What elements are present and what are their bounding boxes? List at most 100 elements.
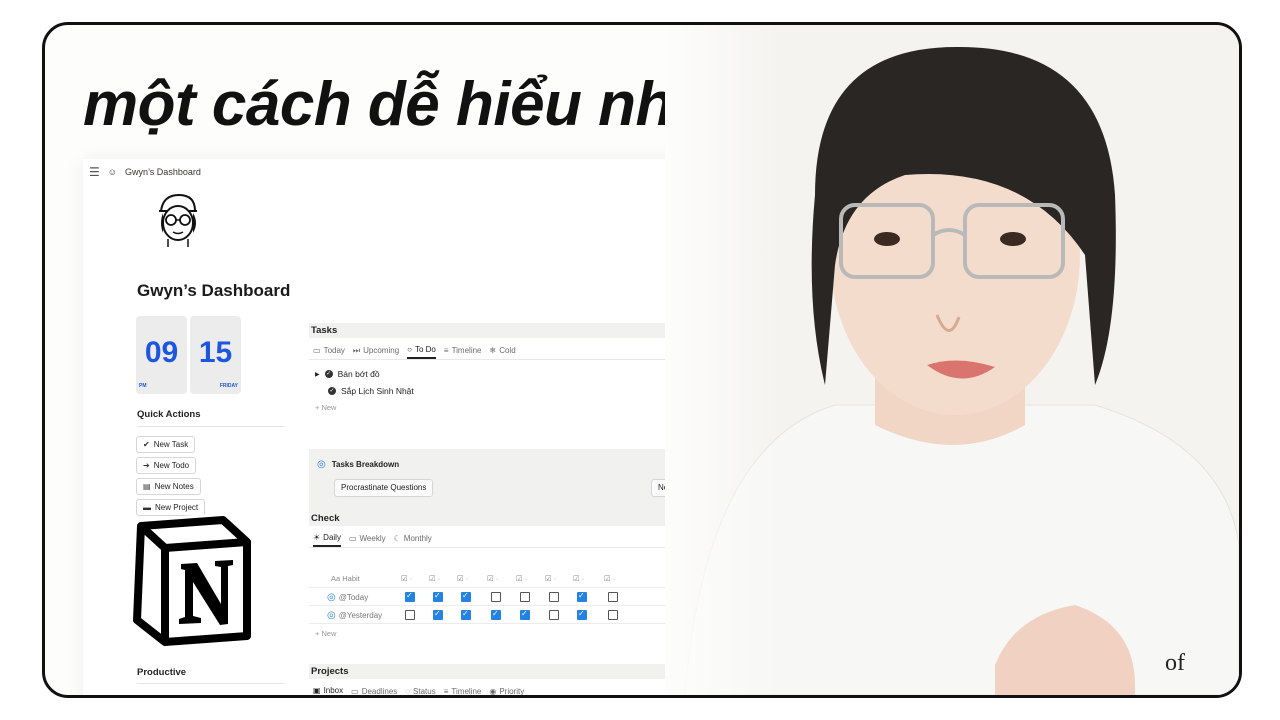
- status-icon: ◌: [405, 687, 411, 696]
- habit-name: ◎ @Yesterday: [327, 610, 382, 621]
- habit-checkbox[interactable]: [520, 609, 530, 620]
- calendar-icon: ▭: [351, 687, 359, 696]
- tab-daily[interactable]: ☀ Daily: [313, 533, 341, 547]
- tab-label: Cold: [499, 346, 516, 355]
- moon-icon: ☾: [393, 534, 401, 543]
- tab-cold[interactable]: ❄ Cold: [490, 346, 516, 358]
- notion-topbar: ☰ ☺ Gwyn’s Dashboard: [89, 165, 201, 179]
- tab-label: Deadlines: [361, 687, 398, 696]
- swirl-icon: ◎: [317, 459, 326, 470]
- habit-checkbox[interactable]: [461, 609, 471, 620]
- fast-forward-icon: ⏭: [352, 345, 361, 355]
- tab-monthly[interactable]: ☾ Monthly: [394, 534, 432, 546]
- thumbnail-frame: một cách dễ hiểu nhất ☰ ☺ Gwyn’s Dashboa…: [42, 22, 1242, 698]
- button-label: New Task: [153, 440, 189, 449]
- clock-minute: 15: [198, 336, 233, 369]
- tab-deadlines[interactable]: ▭ Deadlines: [351, 687, 398, 696]
- habit-name: ◎ @Today: [327, 592, 368, 603]
- habit-checkbox[interactable]: [405, 610, 415, 620]
- habit-checkbox[interactable]: [549, 610, 559, 620]
- tab-inbox[interactable]: ▣ Inbox: [313, 686, 344, 695]
- checkbox-column-icon: ☑ ·: [487, 574, 499, 583]
- check-circle-icon: ✔: [143, 440, 150, 449]
- new-task-button[interactable]: ✔ New Task: [136, 436, 196, 453]
- clock-widget: 09 PM 15 FRIDAY: [136, 316, 241, 394]
- checkbox-column-icon: ☑ ·: [545, 574, 557, 583]
- toggle-icon[interactable]: ▶: [315, 371, 320, 378]
- tab-today[interactable]: ▭ Today: [313, 346, 345, 358]
- tab-timeline[interactable]: ≡ Timeline: [444, 687, 482, 696]
- clock-hour: 09: [144, 336, 179, 369]
- tab-weekly[interactable]: ▭ Weekly: [349, 534, 386, 546]
- habit-checkbox[interactable]: [577, 609, 587, 620]
- quick-actions-heading: Quick Actions: [137, 409, 201, 420]
- tab-label: Priority: [499, 687, 525, 696]
- habit-label: @Yesterday: [338, 611, 383, 620]
- new-label: New: [321, 629, 337, 638]
- habit-column-header: Aa Habit: [331, 574, 360, 583]
- snowflake-icon: ❄: [489, 346, 497, 355]
- habit-checkbox[interactable]: [520, 592, 530, 602]
- button-label: New Notes: [154, 482, 194, 491]
- tab-timeline[interactable]: ≡ Timeline: [444, 346, 482, 358]
- procrastinate-questions-button[interactable]: Procrastinate Questions: [334, 479, 434, 497]
- task-title: Sắp Lịch Sinh Nhật: [341, 386, 414, 396]
- habit-checkbox[interactable]: [491, 592, 501, 602]
- projects-tabs: ▣ Inbox ▭ Deadlines ◌ Status ≡ Timeline ◉ Pri…: [313, 686, 525, 696]
- habit-checkbox[interactable]: [608, 610, 618, 620]
- menu-icon[interactable]: ☰: [89, 165, 100, 179]
- tab-to-do[interactable]: ○ To Do: [407, 345, 436, 359]
- calendar-icon: ▭: [348, 534, 357, 543]
- list-item[interactable]: ✓ Sắp Lịch Sinh Nhật: [328, 386, 414, 396]
- clock-minute-card: 15 FRIDAY: [190, 316, 241, 394]
- new-habit-row[interactable]: + New: [315, 629, 336, 638]
- checkbox-column-icon: ☑ ·: [573, 574, 585, 583]
- habit-checkbox[interactable]: [405, 591, 415, 602]
- check-tabs: ☀ Daily ▭ Weekly ☾ Monthly: [313, 533, 432, 547]
- check-circle-icon: ✓: [324, 370, 333, 378]
- inbox-icon: ▣: [313, 686, 321, 695]
- productive-heading: Productive: [137, 667, 187, 678]
- clock-ampm: PM: [139, 383, 147, 389]
- divider: [137, 426, 285, 427]
- habit-checkbox[interactable]: [433, 591, 443, 602]
- breadcrumb-page-name[interactable]: Gwyn’s Dashboard: [125, 167, 201, 177]
- notion-logo: [130, 513, 254, 649]
- checkbox-column-icon: ☑ ·: [401, 574, 413, 583]
- swirl-icon: ◎: [327, 610, 336, 621]
- habit-checkbox[interactable]: [491, 609, 501, 620]
- avatar-illustration: [159, 193, 197, 247]
- tab-upcoming[interactable]: ⏭ Upcoming: [353, 346, 399, 359]
- arrow-circle-icon: ➔: [143, 461, 150, 470]
- tab-label: Timeline: [451, 687, 482, 696]
- new-todo-button[interactable]: ➔ New Todo: [136, 457, 197, 474]
- new-notes-button[interactable]: ▤ New Notes: [136, 478, 201, 495]
- checkbox-column-icon: ☑ ·: [429, 574, 441, 583]
- habit-checkbox[interactable]: [433, 609, 443, 620]
- calendar-icon: ▭: [313, 346, 321, 355]
- tab-label: Status: [413, 687, 436, 696]
- new-task-row[interactable]: + New: [315, 403, 336, 412]
- tab-label: Upcoming: [363, 346, 400, 355]
- tab-status[interactable]: ◌ Status: [405, 687, 436, 696]
- breakdown-title: ◎ Tasks Breakdown: [317, 459, 399, 470]
- new-label: New: [321, 403, 337, 412]
- button-label: New Todo: [153, 461, 190, 470]
- habit-checkbox[interactable]: [577, 591, 587, 602]
- tab-priority[interactable]: ◉ Priority: [489, 687, 525, 696]
- habit-checkbox[interactable]: [608, 592, 618, 602]
- list-item[interactable]: ▶ ✓ Bán bớt đồ: [315, 369, 380, 379]
- tab-label: Inbox: [323, 686, 344, 695]
- page-icon: ☺: [107, 167, 117, 177]
- swirl-icon: ◎: [327, 592, 336, 603]
- breakdown-title-text: Tasks Breakdown: [331, 460, 400, 469]
- button-label: New Project: [155, 503, 199, 512]
- habit-checkbox[interactable]: [549, 592, 559, 602]
- notes-icon: ▤: [143, 482, 151, 491]
- checkbox-column-icon: ☑ ·: [516, 574, 528, 583]
- check-circle-icon: ✓: [328, 387, 336, 395]
- habit-label: @Today: [338, 593, 369, 602]
- clock-day: FRIDAY: [219, 383, 238, 389]
- tab-label: Weekly: [359, 534, 386, 543]
- habit-checkbox[interactable]: [461, 591, 471, 602]
